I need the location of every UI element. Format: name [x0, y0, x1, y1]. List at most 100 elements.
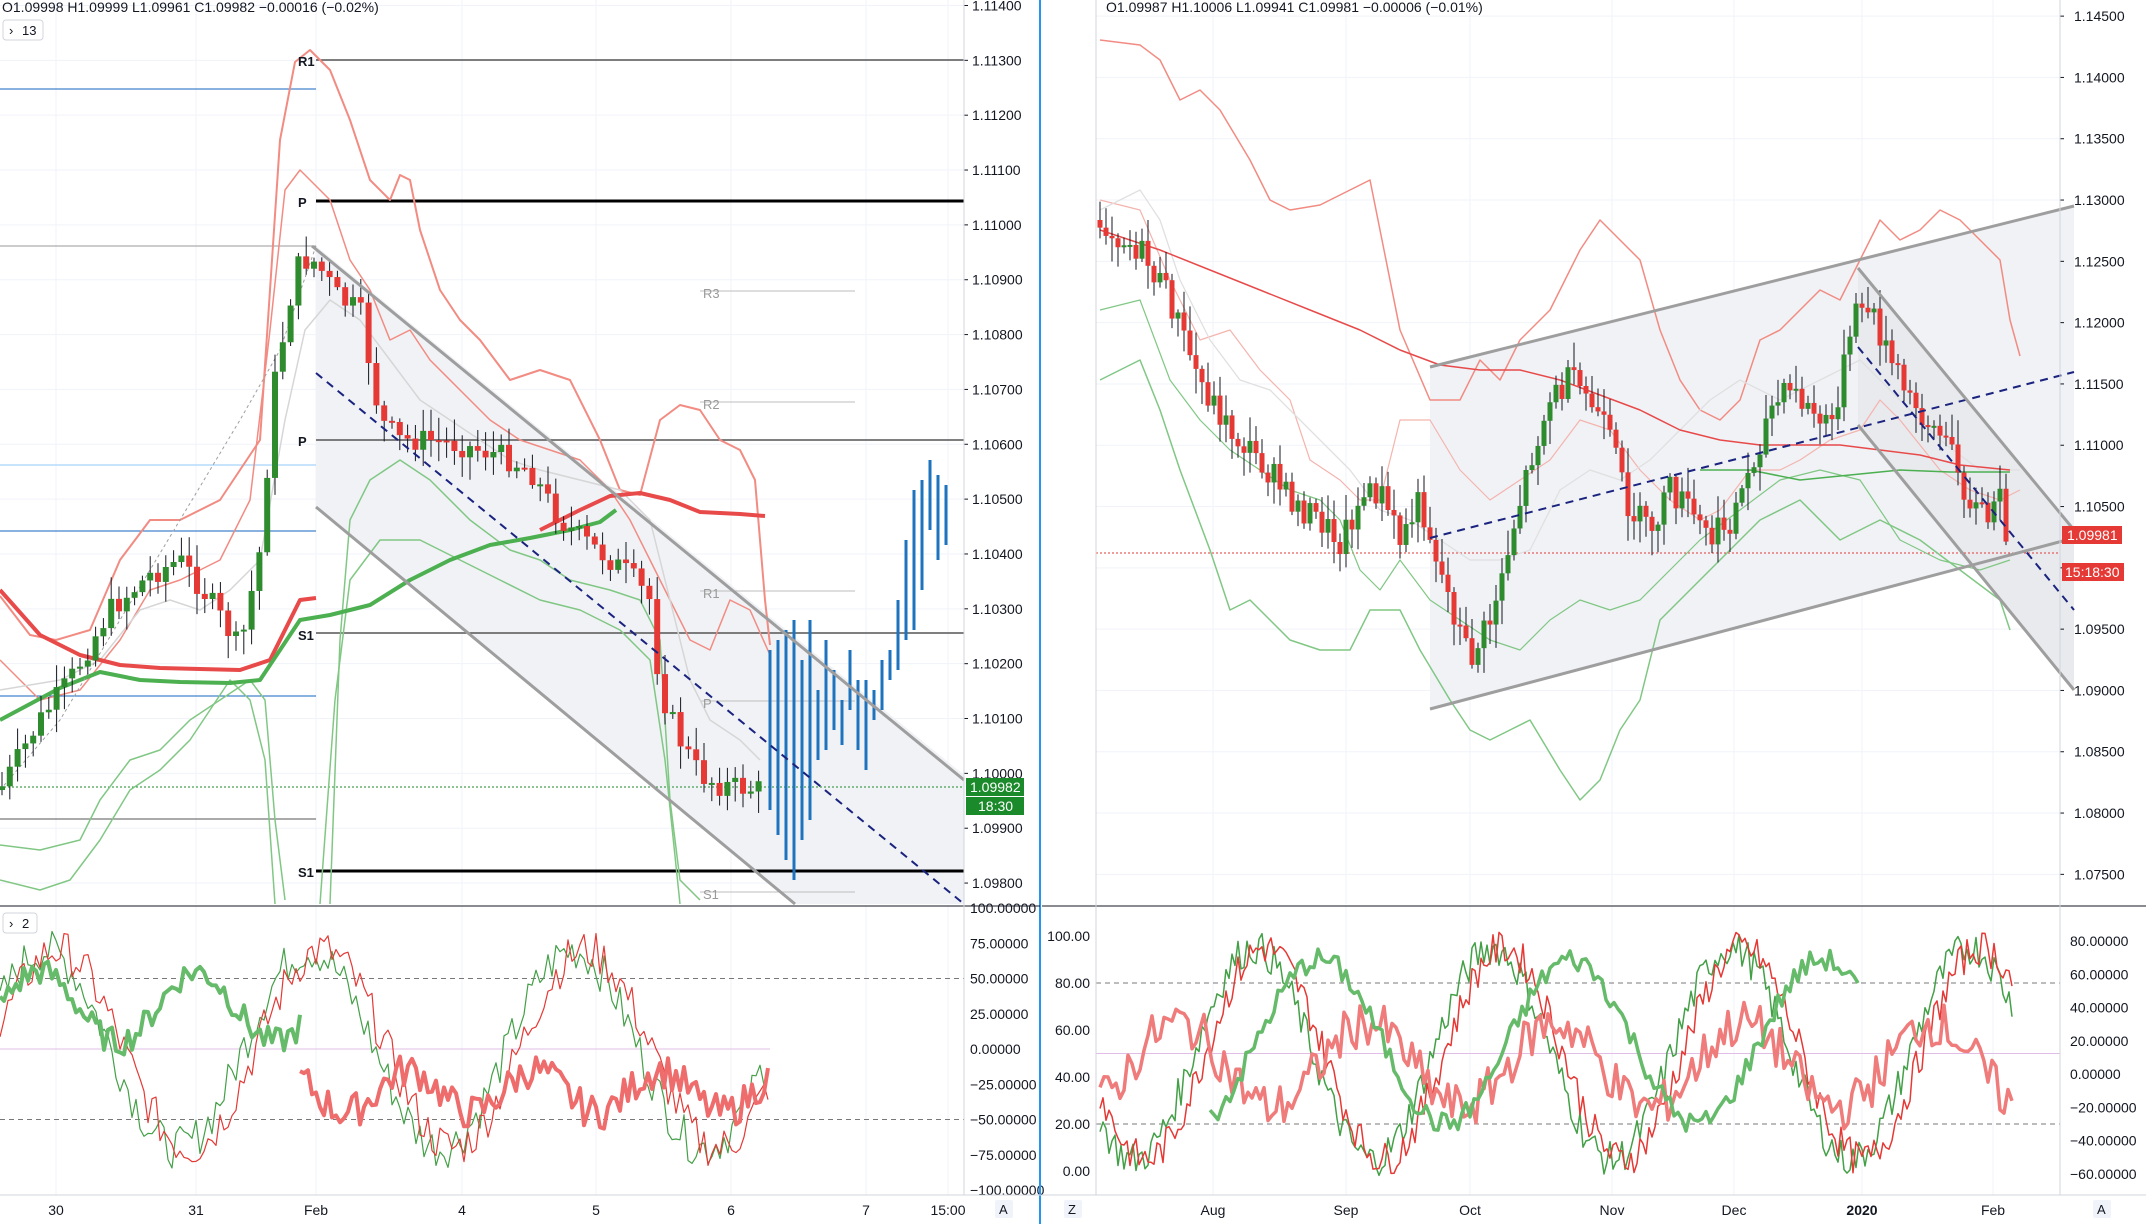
- candle-down: [1199, 365, 1205, 405]
- candle-body: [1517, 505, 1523, 529]
- price-tick-label: 1.10100: [972, 711, 1023, 727]
- candle-body: [1499, 573, 1505, 601]
- candle-body: [6, 766, 13, 787]
- candle-body: [1463, 625, 1469, 639]
- candle-body: [1997, 488, 2003, 502]
- candle-body: [77, 666, 83, 669]
- price-tick-label: 1.10400: [972, 546, 1023, 562]
- price-tick-label: 1.11400: [972, 0, 1022, 13]
- candle-down: [1373, 477, 1379, 509]
- pivot-label-s1-daily: S1: [298, 628, 314, 643]
- right-auto-scale-button[interactable]: A: [2093, 1200, 2111, 1218]
- left-time-axis[interactable]: 30 31 Feb 4 5 6 7 15:00: [48, 1202, 966, 1218]
- candle-body: [1271, 463, 1277, 483]
- candle-body: [1691, 498, 1697, 515]
- candle-body: [61, 678, 68, 688]
- right-oscillator-pane[interactable]: [1096, 906, 2060, 1195]
- candle-body: [1727, 529, 1733, 534]
- price-tick-label: 1.08500: [2074, 744, 2125, 760]
- candle-body: [279, 342, 286, 372]
- left-oscillator-pane[interactable]: [0, 906, 964, 1195]
- right-price-chart[interactable]: [1096, 0, 2076, 904]
- time-tick-label: 6: [727, 1202, 735, 1218]
- candle-body: [1613, 429, 1619, 448]
- right-countdown: 15:18:30: [2065, 564, 2120, 580]
- candle-body: [1211, 395, 1217, 406]
- candle-body: [1439, 561, 1445, 575]
- candle-body: [334, 277, 341, 288]
- candle-body: [1277, 463, 1283, 490]
- osc-tick-label: 0.00000: [970, 1041, 1021, 1057]
- candle-down: [1187, 306, 1193, 361]
- candle-body: [1253, 440, 1259, 454]
- time-tick-label: 2020: [1846, 1202, 1877, 1218]
- candle-body: [1601, 411, 1607, 415]
- candle-down: [1331, 500, 1337, 564]
- left-osc-collapse-button[interactable]: › 2: [2, 912, 38, 934]
- candle-body: [155, 572, 161, 582]
- candle-body: [1139, 240, 1145, 259]
- candle-body: [1949, 436, 1955, 445]
- candle-body: [1145, 240, 1151, 266]
- price-tick-label: 1.07500: [2074, 866, 2125, 882]
- candle-body: [92, 636, 99, 661]
- candle-body: [69, 668, 76, 679]
- candle-body: [1451, 592, 1457, 625]
- candle-body: [38, 712, 44, 736]
- right-time-axis[interactable]: Aug Sep Oct Nov Dec 2020 Feb: [1201, 1202, 2006, 1218]
- candle-body: [1979, 502, 1985, 505]
- time-tick-label: 7: [862, 1202, 870, 1218]
- right-zoom-button[interactable]: Z: [1064, 1200, 1082, 1218]
- candle-body: [1481, 620, 1487, 649]
- candle-up: [1211, 381, 1217, 415]
- candle-body: [1937, 425, 1943, 436]
- time-tick-label: Feb: [304, 1202, 328, 1218]
- left-price-axis[interactable]: 1.11400 1.11300 1.11200 1.11100 1.11000 1.109…: [964, 0, 1023, 891]
- time-tick-label: 31: [188, 1202, 204, 1218]
- candle-body: [162, 566, 169, 582]
- left-osc-count: 2: [22, 916, 29, 931]
- candle-body: [1649, 516, 1655, 531]
- candle-body: [576, 526, 583, 529]
- left-price-chart[interactable]: [0, 0, 965, 906]
- candle-body: [1379, 486, 1385, 504]
- candle-body: [240, 629, 247, 632]
- candle-body: [1775, 402, 1781, 406]
- candle-down: [1337, 533, 1343, 572]
- osc-tick-label: −40.00000: [2070, 1133, 2137, 1149]
- left-auto-label: A: [999, 1202, 1008, 1217]
- candle-body: [1241, 446, 1247, 453]
- candle-body: [1325, 519, 1331, 533]
- candle-body: [1505, 555, 1511, 574]
- candle-body: [1385, 486, 1391, 510]
- candle-body: [1319, 511, 1325, 533]
- candle-body: [1841, 354, 1847, 408]
- pivot-label-p: P: [298, 195, 307, 210]
- candle-body: [233, 631, 239, 637]
- candle-body: [1289, 481, 1295, 512]
- osc-tick-label: −20.00000: [2070, 1099, 2137, 1115]
- candle-body: [1835, 407, 1841, 420]
- candle-body: [1469, 638, 1475, 665]
- osc-tick-label: 75.00000: [970, 935, 1029, 951]
- right-zoom-label: Z: [1068, 1202, 1076, 1217]
- candle-down: [1229, 410, 1235, 459]
- candle-body: [1523, 470, 1529, 506]
- candle-up: [264, 469, 271, 556]
- candle-body: [1961, 472, 1967, 500]
- candle-body: [22, 743, 29, 750]
- pivot-label-p-daily: P: [298, 434, 307, 449]
- left-auto-scale-button[interactable]: A: [995, 1200, 1013, 1218]
- candle-up: [1283, 472, 1289, 497]
- right-osc-axis[interactable]: 80.00000 60.00000 40.00000 20.00000 0.00000 −…: [2070, 933, 2137, 1182]
- price-tick-label: 1.09800: [972, 875, 1023, 891]
- candle-body: [506, 444, 512, 472]
- left-osc-axis[interactable]: 100.00000 75.00000 50.00000 25.00000 0.00000…: [970, 900, 1045, 1198]
- candle-down: [1133, 231, 1139, 270]
- candle-body: [428, 430, 434, 441]
- left-pane-collapse-button[interactable]: › 13: [2, 19, 44, 41]
- price-tick-label: 1.14500: [2074, 8, 2125, 24]
- candle-body: [365, 302, 372, 364]
- candle-body: [1127, 244, 1133, 247]
- left-ohlc-legend: O1.09998 H1.09999 L1.09961 C1.09982 −0.0…: [2, 0, 379, 15]
